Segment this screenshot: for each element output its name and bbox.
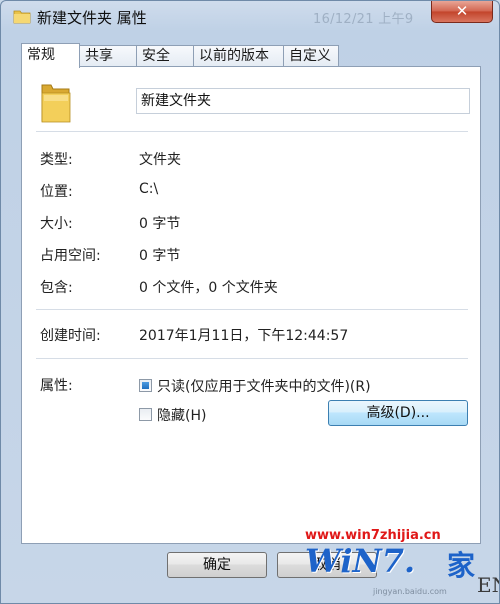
folder-name-input[interactable]: 新建文件夹	[136, 88, 470, 114]
tab-strip: 常规 共享 安全 以前的版本 自定义	[21, 43, 481, 68]
readonly-label[interactable]: 只读(仅应用于文件夹中的文件)(R)	[157, 376, 371, 396]
divider	[36, 309, 468, 310]
tab-sharing[interactable]: 共享	[79, 45, 137, 67]
hidden-label[interactable]: 隐藏(H)	[157, 405, 206, 425]
readonly-checkbox[interactable]	[139, 379, 152, 392]
divider	[36, 131, 468, 132]
general-panel: 新建文件夹 类型: 文件夹 位置: C:\ 大小: 0 字节 占用空间: 0 字…	[21, 66, 481, 544]
tab-previous-versions[interactable]: 以前的版本	[193, 45, 284, 67]
win7-logo: WiN7. 家	[305, 542, 475, 588]
size-value: 0 字节	[139, 216, 181, 232]
type-label: 类型:	[40, 152, 73, 168]
close-button[interactable]: ✕	[431, 1, 493, 23]
contains-label: 包含:	[40, 280, 73, 296]
hidden-checkbox[interactable]	[139, 408, 152, 421]
location-label: 位置:	[40, 184, 73, 200]
background-en-text: EN	[477, 573, 499, 597]
watermark-url: www.win7zhijia.cn	[305, 528, 441, 543]
divider	[36, 358, 468, 359]
attributes-label: 属性:	[40, 378, 73, 394]
size-on-disk-label: 占用空间:	[40, 248, 101, 264]
created-label: 创建时间:	[40, 328, 101, 344]
tab-general[interactable]: 常规	[21, 43, 80, 68]
created-value: 2017年1月11日，下午12:44:57	[139, 328, 349, 344]
location-value: C:\	[139, 181, 159, 197]
logo-text: WiN7.	[305, 542, 416, 580]
logo-jia-text: 家	[447, 549, 476, 582]
folder-icon-large	[41, 84, 71, 123]
properties-dialog: 新建文件夹 属性 16/12/21 上午9 ✕ 常规 共享 安全 以前的版本 自…	[0, 0, 500, 604]
background-timestamp: 16/12/21 上午9	[313, 12, 414, 27]
size-label: 大小:	[40, 216, 73, 232]
ok-button[interactable]: 确定	[167, 552, 267, 578]
folder-icon	[13, 10, 31, 24]
tab-security[interactable]: 安全	[136, 45, 194, 67]
tab-customize[interactable]: 自定义	[283, 45, 339, 67]
type-value: 文件夹	[139, 152, 181, 168]
advanced-button[interactable]: 高级(D)...	[328, 400, 468, 426]
contains-value: 0 个文件，0 个文件夹	[139, 280, 278, 296]
window-title: 新建文件夹 属性	[37, 9, 147, 27]
title-bar[interactable]: 新建文件夹 属性 16/12/21 上午9 ✕	[1, 1, 499, 31]
watermark-subtext: jingyan.baidu.com	[373, 587, 447, 596]
size-on-disk-value: 0 字节	[139, 248, 181, 264]
